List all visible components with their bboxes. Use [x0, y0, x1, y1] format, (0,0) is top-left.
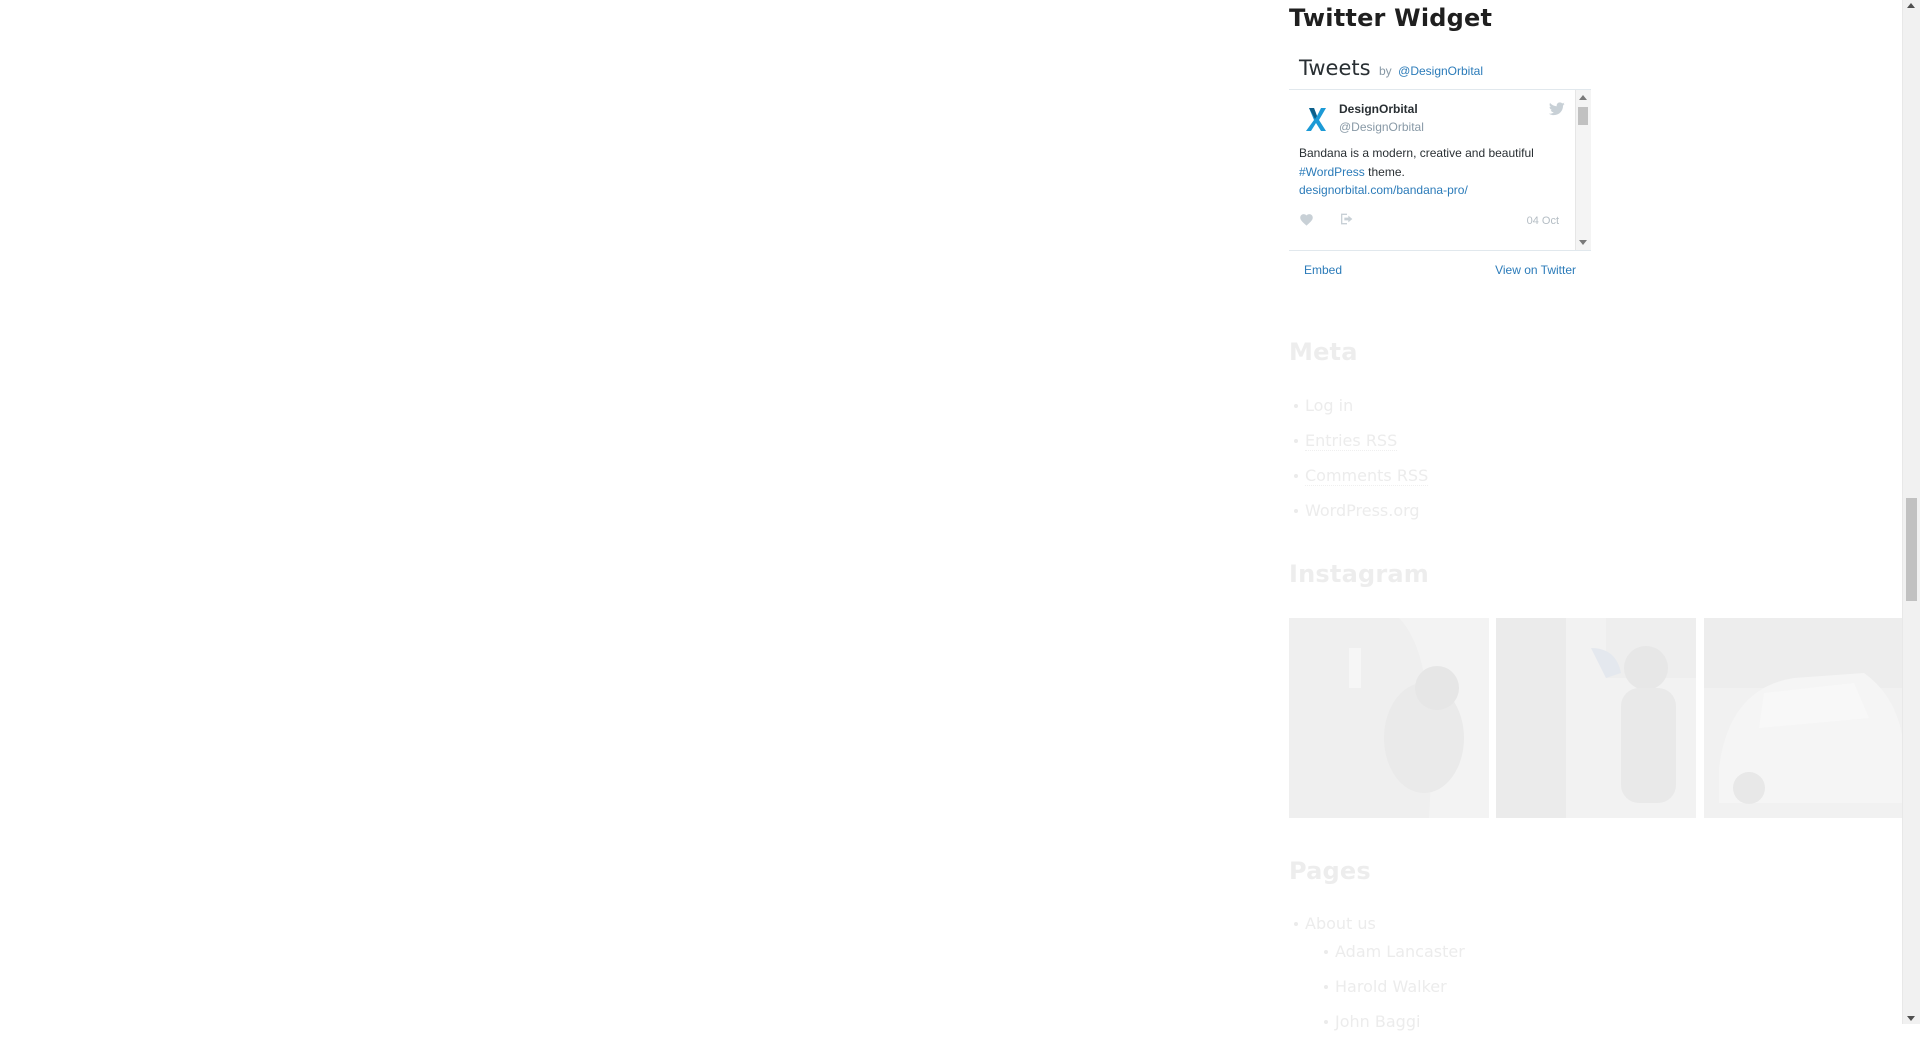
like-heart-icon[interactable] [1299, 212, 1314, 226]
meta-list: Log in Entries RSS Comments RSS WordPres… [1289, 396, 1429, 536]
tweet-date[interactable]: 04 Oct [1527, 215, 1559, 227]
designorbital-logo-icon[interactable] [1301, 104, 1331, 134]
view-on-twitter-link[interactable]: View on Twitter [1495, 263, 1576, 277]
scroll-up-arrow-icon[interactable] [1579, 95, 1587, 100]
meta-item-wordpress-org[interactable]: WordPress.org [1289, 501, 1428, 536]
timeline-title: Tweets [1299, 56, 1371, 80]
timeline-tweets[interactable]: DesignOrbital @DesignOrbital Bandana is … [1289, 89, 1591, 251]
meta-item-entries-rss[interactable]: Entries RSS [1289, 431, 1428, 466]
timeline-scrollbar[interactable] [1575, 90, 1591, 250]
instagram-photo-1[interactable] [1289, 618, 1489, 818]
tweet-author-handle[interactable]: @DesignOrbital [1339, 120, 1424, 134]
tweet-url-link[interactable]: designorbital.com/bandana-pro/ [1299, 183, 1468, 197]
tweet-text-suffix: theme. [1364, 164, 1405, 179]
page-scroll-down-icon[interactable] [1907, 1016, 1915, 1021]
instagram-widget-title: Instagram [1289, 560, 1429, 588]
page-scroll-thumb[interactable] [1906, 498, 1917, 601]
instagram-photo-2[interactable] [1496, 618, 1696, 818]
twitter-bird-icon[interactable] [1549, 102, 1565, 116]
twitter-widget-title: Twitter Widget [1289, 4, 1493, 32]
meta-widget-title: Meta [1289, 338, 1358, 366]
page-scrollbar[interactable] [1902, 0, 1920, 1024]
pages-subitem-adam-lancaster[interactable]: Adam Lancaster [1319, 942, 1465, 977]
pages-subitem-harold-walker[interactable]: Harold Walker [1319, 977, 1465, 1012]
tweet-actions: 04 Oct [1299, 212, 1569, 230]
pages-widget-title: Pages [1289, 857, 1371, 885]
instagram-photos [1289, 618, 1904, 818]
tweet-hashtag-link[interactable]: #WordPress [1299, 165, 1365, 179]
pages-subitem-john-baggi[interactable]: John Baggi [1319, 1012, 1465, 1047]
twitter-timeline: Tweets by @DesignOrbital DesignOrbital @… [1289, 50, 1591, 288]
instagram-photo-3[interactable] [1704, 618, 1904, 818]
embed-link[interactable]: Embed [1304, 263, 1342, 277]
timeline-handle-link[interactable]: @DesignOrbital [1398, 64, 1483, 78]
pages-sublist: Adam Lancaster Harold Walker John Baggi [1319, 942, 1465, 1047]
timeline-footer: Embed View on Twitter [1289, 263, 1591, 283]
meta-item-comments-rss[interactable]: Comments RSS [1289, 466, 1429, 501]
page-scroll-up-icon[interactable] [1907, 3, 1915, 8]
tweet-text: Bandana is a modern, creative and beauti… [1299, 144, 1569, 200]
scroll-thumb[interactable] [1578, 107, 1588, 125]
scroll-down-arrow-icon[interactable] [1579, 240, 1587, 245]
meta-item-login[interactable]: Log in [1289, 396, 1428, 431]
timeline-by: by [1379, 64, 1392, 78]
share-icon[interactable] [1339, 212, 1355, 226]
tweet-author-name[interactable]: DesignOrbital [1339, 102, 1418, 116]
tweet-text-line: Bandana is a modern, creative and beauti… [1299, 146, 1534, 160]
timeline-header: Tweets by @DesignOrbital [1299, 56, 1483, 80]
